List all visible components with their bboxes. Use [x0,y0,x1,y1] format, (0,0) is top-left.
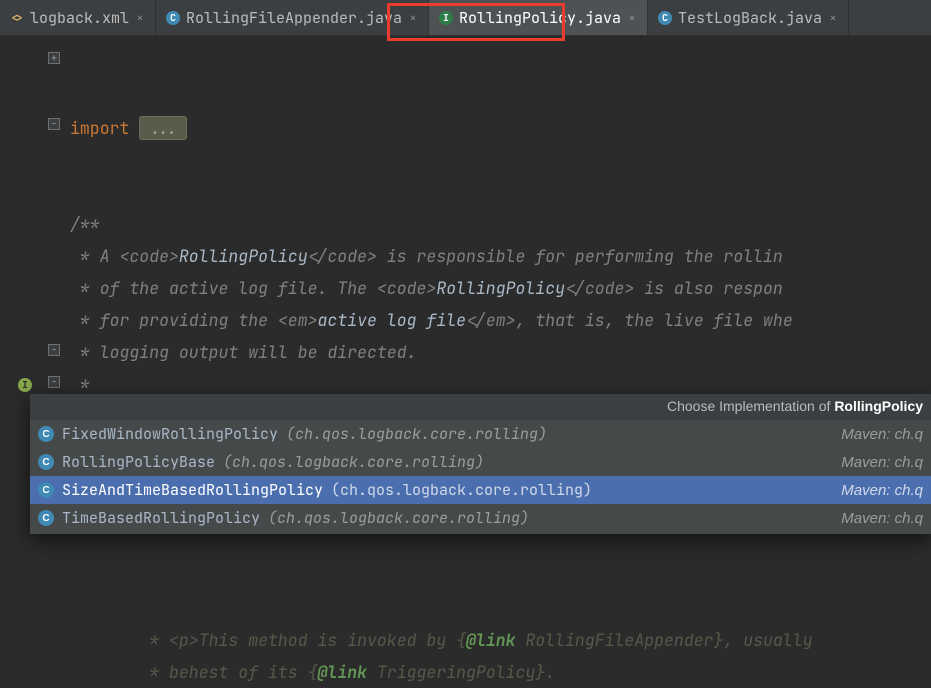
obscured-doc: * behest of its {@link TriggeringPolicy}… [70,661,555,683]
doc-em: active log file [318,309,467,331]
class-icon: C [38,426,54,442]
tab-label: RollingFileAppender.java [186,8,402,28]
choose-implementation-popup: Choose Implementation of RollingPolicy C… [30,394,931,534]
impl-source: Maven: ch.q [841,510,923,527]
impl-source: Maven: ch.q [841,482,923,499]
code-editor[interactable]: + − − − I import ... /** * A <code>Rolli… [0,36,931,688]
folded-region[interactable]: ... [139,116,187,140]
doc-line: , that is, the live file whe [516,309,793,331]
impl-row-sizeandtime[interactable]: C SizeAndTimeBasedRollingPolicy (ch.qos.… [30,476,931,504]
popup-title: Choose Implementation of RollingPolicy [30,394,931,420]
impl-pkg: (ch.qos.logback.core.rolling) [268,508,529,528]
doc-tag: </em> [466,309,516,331]
class-icon: C [38,454,54,470]
impl-name: FixedWindowRollingPolicy [62,424,278,444]
class-icon: C [658,11,672,25]
doc-line: is responsible for performing the rollin [377,245,783,267]
impl-name: SizeAndTimeBasedRollingPolicy [62,480,323,500]
impl-pkg: (ch.qos.logback.core.rolling) [286,424,547,444]
doc-line: * [70,373,90,395]
interface-icon: I [439,11,453,25]
fold-minus-icon[interactable]: − [48,376,60,388]
class-icon: C [38,510,54,526]
xml-icon: <> [10,11,24,25]
doc-line: * of the active log file. The [70,277,377,299]
tab-label: TestLogBack.java [678,8,822,28]
tab-bar: <> logback.xml × C RollingFileAppender.j… [0,0,931,36]
doc-line: /** [70,213,100,235]
doc-tag: <em> [278,309,318,331]
doc-line: * for providing the [70,309,278,331]
fold-minus-icon[interactable]: − [48,118,60,130]
fold-plus-icon[interactable]: + [48,52,60,64]
doc-line: * logging output will be directed. [70,341,417,363]
impl-source: Maven: ch.q [841,426,923,443]
implementations-gutter-icon[interactable]: I [18,378,32,392]
doc-tag: </code> [308,245,377,267]
impl-pkg: (ch.qos.logback.core.rolling) [331,480,592,500]
obscured-doc: * <p>This method is invoked by {@link Ro… [70,629,813,651]
impl-row-timebased[interactable]: C TimeBasedRollingPolicy (ch.qos.logback… [30,504,931,532]
impl-pkg: (ch.qos.logback.core.rolling) [223,452,484,472]
doc-em: RollingPolicy [436,277,565,299]
close-icon[interactable]: × [408,13,418,23]
doc-line: is also respon [634,277,783,299]
tab-testlogback[interactable]: C TestLogBack.java × [648,0,849,35]
tab-label: logback.xml [30,8,129,28]
class-icon: C [166,11,180,25]
impl-row-fixedwindow[interactable]: C FixedWindowRollingPolicy (ch.qos.logba… [30,420,931,448]
tab-rollingfileappender[interactable]: C RollingFileAppender.java × [156,0,429,35]
impl-name: RollingPolicyBase [62,452,215,472]
impl-name: TimeBasedRollingPolicy [62,508,260,528]
doc-line: * A [70,245,120,267]
doc-tag: <code> [120,245,179,267]
fold-minus-icon[interactable]: − [48,344,60,356]
close-icon[interactable]: × [828,13,838,23]
doc-tag: <code> [377,277,436,299]
tab-logback-xml[interactable]: <> logback.xml × [0,0,156,35]
close-icon[interactable]: × [135,13,145,23]
gutter: + − − − I [0,36,62,688]
doc-tag: </code> [565,277,634,299]
tab-rollingpolicy[interactable]: I RollingPolicy.java × [429,0,648,35]
class-icon: C [38,482,54,498]
doc-em: RollingPolicy [179,245,308,267]
impl-row-rollingpolicybase[interactable]: C RollingPolicyBase (ch.qos.logback.core… [30,448,931,476]
tab-label: RollingPolicy.java [459,8,621,28]
code-keyword: import [70,117,139,139]
impl-source: Maven: ch.q [841,454,923,471]
close-icon[interactable]: × [627,13,637,23]
